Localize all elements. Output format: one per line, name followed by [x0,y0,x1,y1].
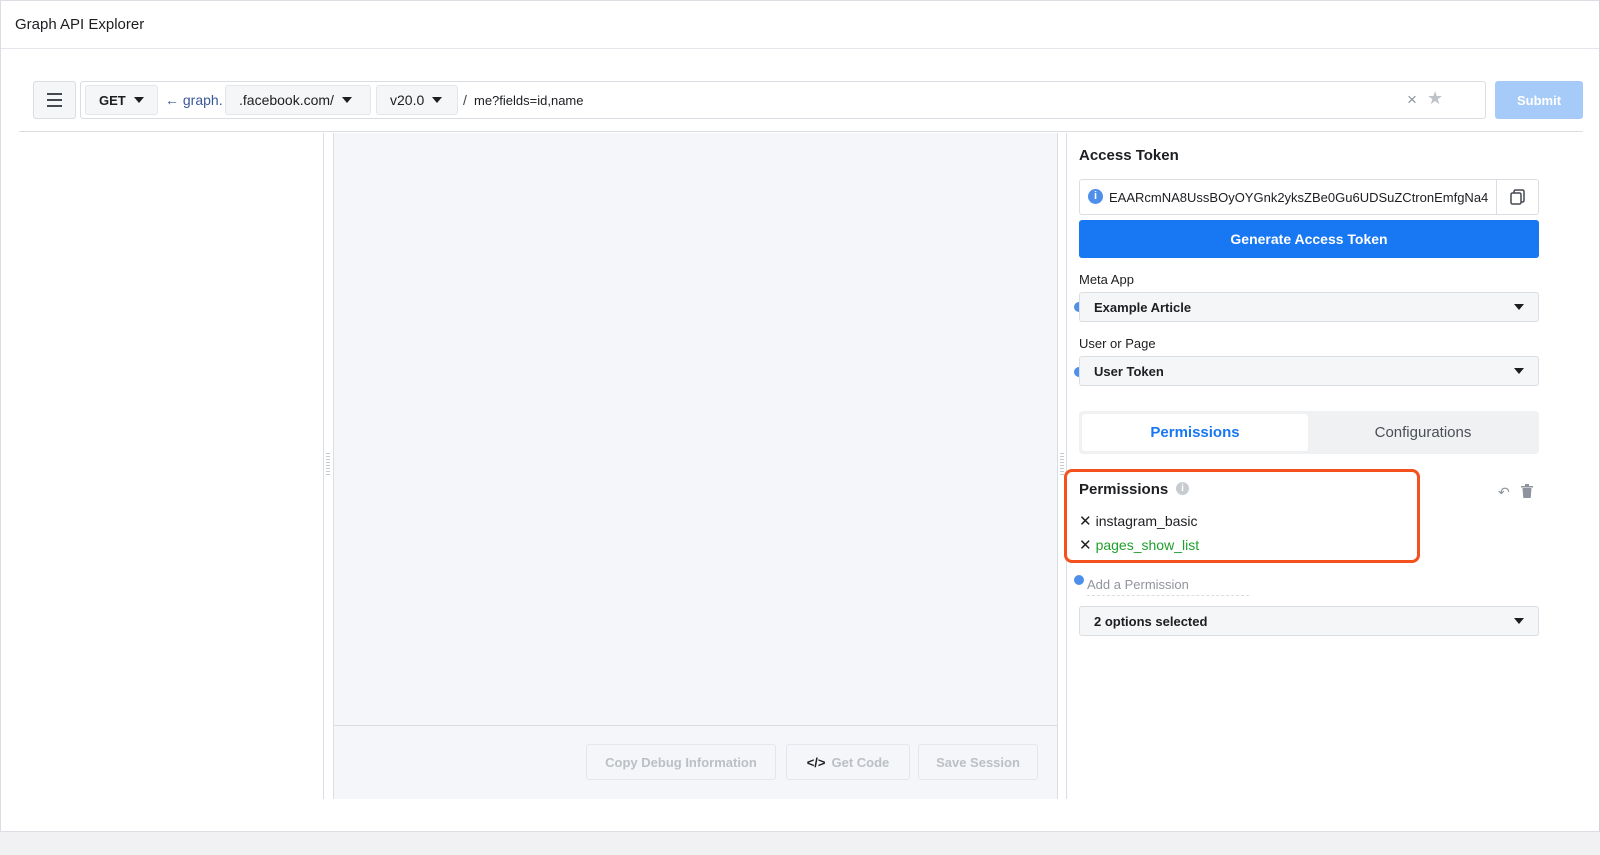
menu-button[interactable] [33,81,76,119]
user-page-select[interactable]: User Token [1079,356,1539,386]
access-token-field[interactable]: i EAARcmNA8UssBOyOYGnk2yksZBe0Gu6UDSuZCt… [1079,179,1539,215]
hamburger-icon [47,91,62,109]
add-permission-dot [1074,575,1084,585]
version-value: v20.0 [390,92,425,108]
get-code-button[interactable]: </> Get Code [786,744,910,780]
meta-app-select[interactable]: Example Article [1079,292,1539,322]
save-session-label: Save Session [936,754,1020,770]
undo-icon[interactable]: ↶ [1498,484,1510,501]
right-pane-divider [1066,133,1067,799]
permissions-title: Permissions [1079,481,1169,498]
permission-label: instagram_basic [1095,513,1198,529]
permissions-select[interactable]: 2 options selected [1079,606,1539,636]
remove-permission-icon[interactable]: ✕ [1079,536,1092,554]
user-page-value: User Token [1094,363,1164,379]
permissions-select-value: 2 options selected [1094,613,1208,629]
copy-icon [1509,189,1525,205]
trash-icon[interactable] [1521,484,1533,498]
permission-item: ✕ pages_show_list [1079,536,1199,554]
chevron-down-icon [133,97,144,103]
right-resize-handle[interactable] [1060,453,1064,477]
app-window: Graph API Explorer GET ← graph. .faceboo… [0,0,1600,832]
tab-configurations[interactable]: Configurations [1310,414,1536,451]
remove-permission-icon[interactable]: ✕ [1079,512,1092,530]
copy-debug-button[interactable]: Copy Debug Information [586,744,776,780]
version-select[interactable]: v20.0 [376,85,458,115]
copy-debug-label: Copy Debug Information [605,754,757,770]
tab-permissions[interactable]: Permissions [1082,414,1308,451]
get-code-label: Get Code [831,754,890,770]
path-separator: / [463,92,467,108]
generate-access-token-button[interactable]: Generate Access Token [1079,220,1539,258]
chevron-down-icon [432,97,443,103]
code-icon: </> [806,754,826,770]
meta-app-label: Meta App [1079,272,1134,287]
left-resize-handle[interactable] [326,453,330,477]
chevron-down-icon [1514,368,1524,374]
response-footer: Copy Debug Information </> Get Code Save… [334,725,1057,799]
domain-value: .facebook.com/ [239,92,334,108]
save-session-button[interactable]: Save Session [918,744,1038,780]
response-pane: Copy Debug Information </> Get Code Save… [333,133,1058,799]
chevron-down-icon [1514,304,1524,310]
star-icon[interactable]: ★ [1427,88,1443,109]
method-value: GET [99,92,126,108]
chevron-down-icon [341,97,352,103]
url-bar: GET ← graph. .facebook.com/ v20.0 / × ★ [80,81,1486,119]
clear-icon[interactable]: × [1407,90,1417,110]
info-icon[interactable]: i [1088,189,1103,204]
method-select[interactable]: GET [85,85,158,115]
access-token-value[interactable]: EAARcmNA8UssBOyOYGnk2yksZBe0Gu6UDSuZCtro… [1109,190,1495,205]
user-page-label: User or Page [1079,336,1156,351]
permission-item: ✕ instagram_basic [1079,512,1198,530]
permission-label: pages_show_list [1095,537,1200,553]
copy-token-button[interactable] [1496,180,1538,214]
app-title: Graph API Explorer [15,16,145,33]
chevron-down-icon [1514,618,1524,624]
request-bar: GET ← graph. .facebook.com/ v20.0 / × ★ … [19,69,1583,132]
path-input[interactable] [474,88,1394,112]
panel-tabs: Permissions Configurations [1079,411,1539,454]
add-permission-input[interactable] [1087,574,1249,596]
info-icon[interactable]: i [1176,482,1189,495]
graph-domain-link[interactable]: ← graph. [165,92,223,108]
left-pane-divider [323,133,324,799]
meta-app-value: Example Article [1094,299,1192,315]
access-token-heading: Access Token [1079,147,1179,164]
submit-button[interactable]: Submit [1495,81,1583,119]
title-bar: Graph API Explorer [1,1,1599,49]
domain-select[interactable]: .facebook.com/ [225,85,371,115]
